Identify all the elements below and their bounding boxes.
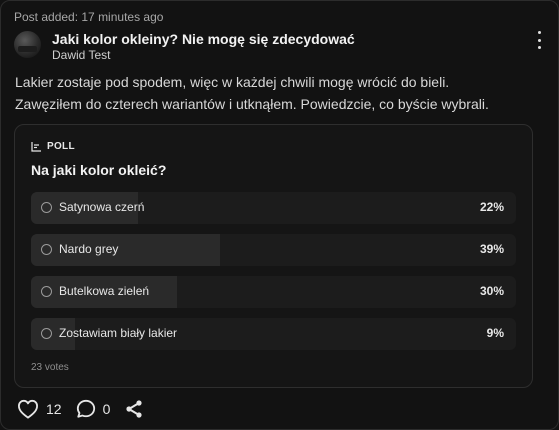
post-body-line: Zawęziłem do czterech wariantów i utknął…	[15, 96, 489, 112]
share-button[interactable]	[124, 399, 144, 419]
post-body-line: Lakier zostaje pod spodem, więc w każdej…	[15, 74, 450, 90]
poll-card: POLL Na jaki kolor okleić? Satynowa czer…	[14, 124, 533, 388]
comment-icon	[76, 399, 95, 418]
poll-icon	[31, 141, 41, 152]
poll-option-label: Zostawiam biały lakier	[59, 326, 178, 340]
like-count: 12	[46, 401, 62, 417]
comment-button[interactable]: 0	[76, 399, 111, 419]
poll-header: POLL	[31, 141, 75, 152]
post-title[interactable]: Jaki kolor okleiny? Nie mogę się zdecydo…	[52, 31, 355, 47]
author-name[interactable]: Dawid Test	[52, 48, 110, 62]
like-button[interactable]: 12	[17, 399, 62, 419]
poll-option-label: Satynowa czerń	[59, 200, 145, 214]
comment-count: 0	[102, 401, 111, 417]
radio-icon	[41, 202, 52, 213]
post-card: Post added: 17 minutes ago Jaki kolor ok…	[0, 0, 559, 430]
radio-icon	[41, 328, 52, 339]
radio-icon	[41, 244, 52, 255]
post-timestamp: Post added: 17 minutes ago	[14, 10, 164, 24]
poll-option[interactable]: Butelkowa zieleń 30%	[31, 276, 516, 308]
post-actions: 12 0	[17, 399, 158, 419]
radio-icon	[41, 286, 52, 297]
author-avatar[interactable]	[14, 31, 41, 58]
poll-vote-count: 23 votes	[31, 362, 69, 373]
poll-option-percent: 22%	[479, 200, 504, 214]
share-icon	[126, 400, 142, 418]
more-vertical-icon[interactable]	[536, 31, 542, 49]
post-body: Lakier zostaje pod spodem, więc w każdej…	[15, 71, 545, 115]
poll-option-percent: 30%	[479, 284, 504, 298]
poll-option-percent: 39%	[479, 242, 504, 256]
poll-option[interactable]: Nardo grey 39%	[31, 234, 516, 266]
poll-option-percent: 9%	[486, 326, 504, 340]
poll-question: Na jaki kolor okleić?	[31, 162, 167, 178]
heart-icon	[17, 399, 38, 419]
poll-label: POLL	[47, 141, 75, 152]
poll-option[interactable]: Zostawiam biały lakier 9%	[31, 318, 516, 350]
poll-option-label: Nardo grey	[59, 242, 119, 256]
poll-option[interactable]: Satynowa czerń 22%	[31, 192, 516, 224]
poll-option-label: Butelkowa zieleń	[59, 284, 150, 298]
